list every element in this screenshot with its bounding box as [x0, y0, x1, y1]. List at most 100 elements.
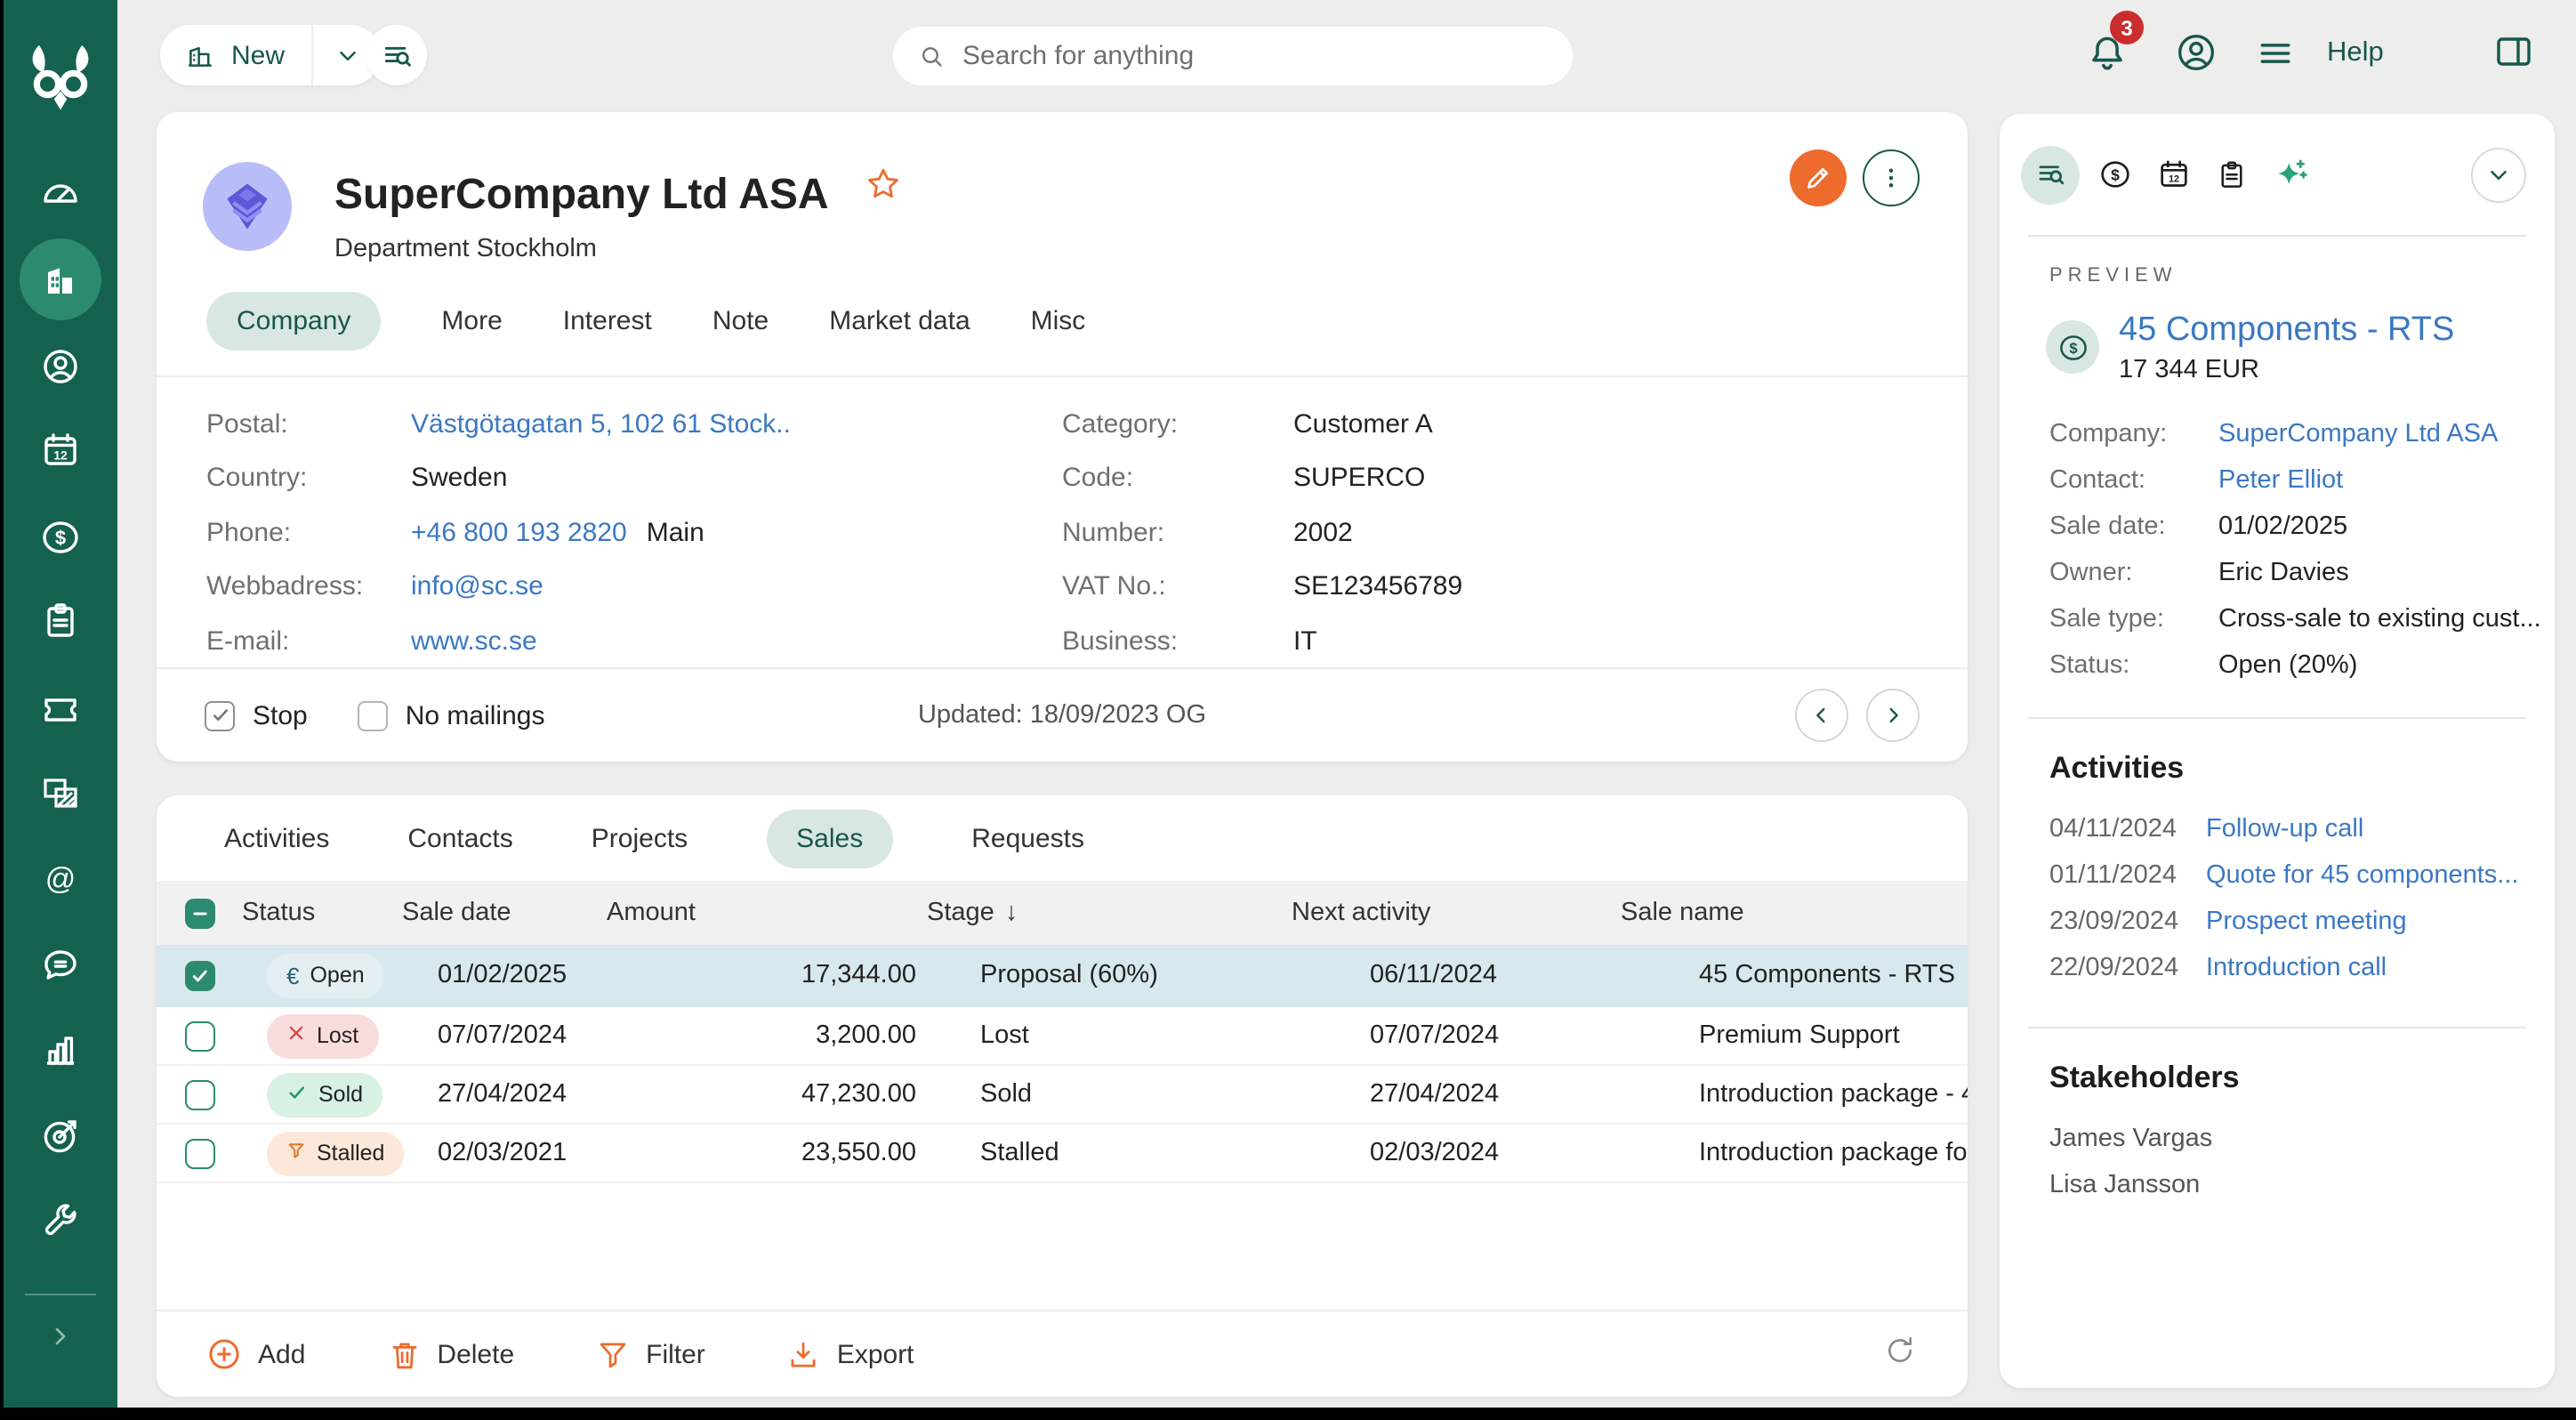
- target-dart-icon: [39, 1114, 82, 1157]
- tab-sales[interactable]: Sales: [766, 809, 893, 867]
- superoffice-owl-logo[interactable]: [23, 43, 98, 123]
- svg-text:12: 12: [53, 448, 68, 462]
- row-checkbox-checked[interactable]: [184, 960, 214, 990]
- sidebar-item-mailings[interactable]: [21, 754, 100, 833]
- activity-link[interactable]: Quote for 45 components...: [2206, 861, 2518, 890]
- field-number: Number: 2002: [1062, 505, 1918, 560]
- webaddress-link[interactable]: info@sc.se: [411, 572, 543, 602]
- sidebar-item-email[interactable]: @: [21, 840, 100, 918]
- sidebar-expand-chevron[interactable]: [4, 1322, 117, 1359]
- help-link[interactable]: Help: [2327, 37, 2384, 69]
- preview-tab-sales[interactable]: $: [2085, 157, 2144, 192]
- postal-link[interactable]: Västgötagatan 5, 102 61 Stock..: [411, 409, 791, 440]
- field-value: 01/02/2025: [2218, 512, 2347, 541]
- activity-link[interactable]: Introduction call: [2206, 954, 2387, 982]
- phone-link[interactable]: +46 800 193 2820: [411, 518, 627, 548]
- activity-link[interactable]: Follow-up call: [2206, 815, 2363, 843]
- preview-panel: $ 12: [2000, 114, 2555, 1388]
- sale-row-1[interactable]: € Open 01/02/2025 17,344.00 Proposal (60…: [157, 945, 1968, 1007]
- sidebar-item-reports[interactable]: [21, 1011, 100, 1089]
- tab-misc[interactable]: Misc: [1031, 305, 1086, 335]
- sale-title-link[interactable]: 45 Components - RTS: [2119, 311, 2454, 351]
- activity-link[interactable]: Prospect meeting: [2206, 908, 2407, 936]
- row-checkbox[interactable]: [184, 1138, 214, 1168]
- sidebar-item-dashboard[interactable]: [21, 155, 100, 233]
- contact-link[interactable]: Peter Elliot: [2218, 466, 2343, 495]
- column-sale-date[interactable]: Sale date: [402, 899, 607, 927]
- filter-button[interactable]: Filter: [596, 1337, 705, 1371]
- preview-tab-documents[interactable]: [2202, 157, 2261, 191]
- sidebar-item-chat[interactable]: [21, 925, 100, 1004]
- main-menu-button[interactable]: [2256, 34, 2295, 82]
- no-mailings-checkbox[interactable]: [358, 700, 388, 730]
- plus-circle-icon: [206, 1336, 242, 1372]
- preview-tab-calendar[interactable]: 12: [2144, 157, 2202, 192]
- sidebar-item-contacts[interactable]: [21, 327, 100, 406]
- email-link[interactable]: www.sc.se: [411, 626, 537, 657]
- field-business: Business: IT: [1062, 614, 1918, 668]
- divider: [2028, 1027, 2526, 1029]
- side-panel-toggle-button[interactable]: [2492, 30, 2535, 82]
- export-button[interactable]: Export: [787, 1337, 914, 1371]
- chevron-right-icon: [1880, 703, 1905, 728]
- preview-field-owner: Owner: Eric Davies: [2049, 550, 2555, 596]
- company-more-actions-button[interactable]: [1863, 149, 1920, 206]
- status-label: Sold: [318, 1082, 363, 1107]
- company-avatar: [203, 162, 292, 251]
- sidebar-item-projects[interactable]: [21, 582, 100, 660]
- user-menu-button[interactable]: [2174, 30, 2218, 84]
- tab-activities[interactable]: Activities: [224, 823, 329, 853]
- favorite-star-icon[interactable]: [865, 165, 903, 212]
- preview-tab-ai-assistant[interactable]: [2261, 155, 2320, 194]
- edit-company-button[interactable]: [1790, 149, 1847, 206]
- search-input[interactable]: [962, 41, 1548, 71]
- notification-badge[interactable]: 3: [2110, 11, 2144, 44]
- sidebar-item-sales[interactable]: $: [21, 498, 100, 577]
- activity-item: 04/11/2024 Follow-up call: [2049, 806, 2555, 852]
- tab-interest[interactable]: Interest: [563, 305, 652, 335]
- column-amount[interactable]: Amount: [607, 899, 927, 927]
- field-value: Eric Davies: [2218, 559, 2349, 587]
- sidebar-item-calendar[interactable]: 12: [21, 411, 100, 489]
- preview-tab-list-search[interactable]: [2021, 145, 2080, 204]
- find-list-button[interactable]: [366, 25, 427, 85]
- column-sale-name[interactable]: Sale name: [1621, 899, 1968, 927]
- check-icon: [286, 1081, 308, 1108]
- cell-sale-name: Introduction package - 48..: [1621, 1080, 1968, 1109]
- clipboard-icon: [39, 600, 82, 642]
- new-button[interactable]: New: [160, 25, 311, 85]
- column-status[interactable]: Status: [242, 899, 402, 927]
- row-checkbox[interactable]: [184, 1021, 214, 1051]
- column-stage[interactable]: Stage ↓: [927, 899, 1292, 927]
- tab-more[interactable]: More: [441, 305, 502, 335]
- delete-button[interactable]: Delete: [387, 1337, 514, 1371]
- select-all-checkbox[interactable]: [184, 898, 214, 928]
- sidebar-item-settings[interactable]: [21, 1182, 100, 1260]
- tab-requests[interactable]: Requests: [971, 823, 1084, 853]
- dollar-coin-icon: $: [2097, 157, 2132, 192]
- sale-row-2[interactable]: Lost 07/07/2024 3,200.00 Lost 07/07/2024…: [157, 1007, 1968, 1066]
- sidebar-item-requests[interactable]: [21, 669, 100, 747]
- tab-market-data[interactable]: Market data: [829, 305, 970, 335]
- sale-row-3[interactable]: Sold 27/04/2024 47,230.00 Sold 27/04/202…: [157, 1066, 1968, 1125]
- next-company-button[interactable]: [1866, 689, 1920, 742]
- company-link[interactable]: SuperCompany Ltd ASA: [2218, 420, 2498, 448]
- row-checkbox[interactable]: [184, 1079, 214, 1109]
- previous-company-button[interactable]: [1795, 689, 1848, 742]
- tab-projects[interactable]: Projects: [592, 823, 688, 853]
- sales-table-header: Status Sale date Amount Stage ↓ Next act…: [157, 881, 1968, 945]
- stop-checkbox[interactable]: [205, 700, 235, 730]
- preview-collapse-button[interactable]: [2471, 147, 2526, 202]
- stakeholders-heading: Stakeholders: [2049, 1061, 2555, 1096]
- cell-amount: 23,550.00: [607, 1139, 927, 1167]
- tab-contacts[interactable]: Contacts: [407, 823, 512, 853]
- tab-company[interactable]: Company: [206, 291, 381, 350]
- column-next-activity[interactable]: Next activity: [1292, 899, 1621, 927]
- refresh-button[interactable]: [1882, 1333, 1918, 1376]
- add-button[interactable]: Add: [206, 1336, 305, 1372]
- sort-descending-icon: ↓: [1005, 899, 1018, 927]
- sidebar-item-companies[interactable]: [20, 238, 101, 320]
- tab-note[interactable]: Note: [712, 305, 769, 335]
- sidebar-item-targets[interactable]: [21, 1096, 100, 1174]
- sale-row-4[interactable]: Stalled 02/03/2021 23,550.00 Stalled 02/…: [157, 1125, 1968, 1183]
